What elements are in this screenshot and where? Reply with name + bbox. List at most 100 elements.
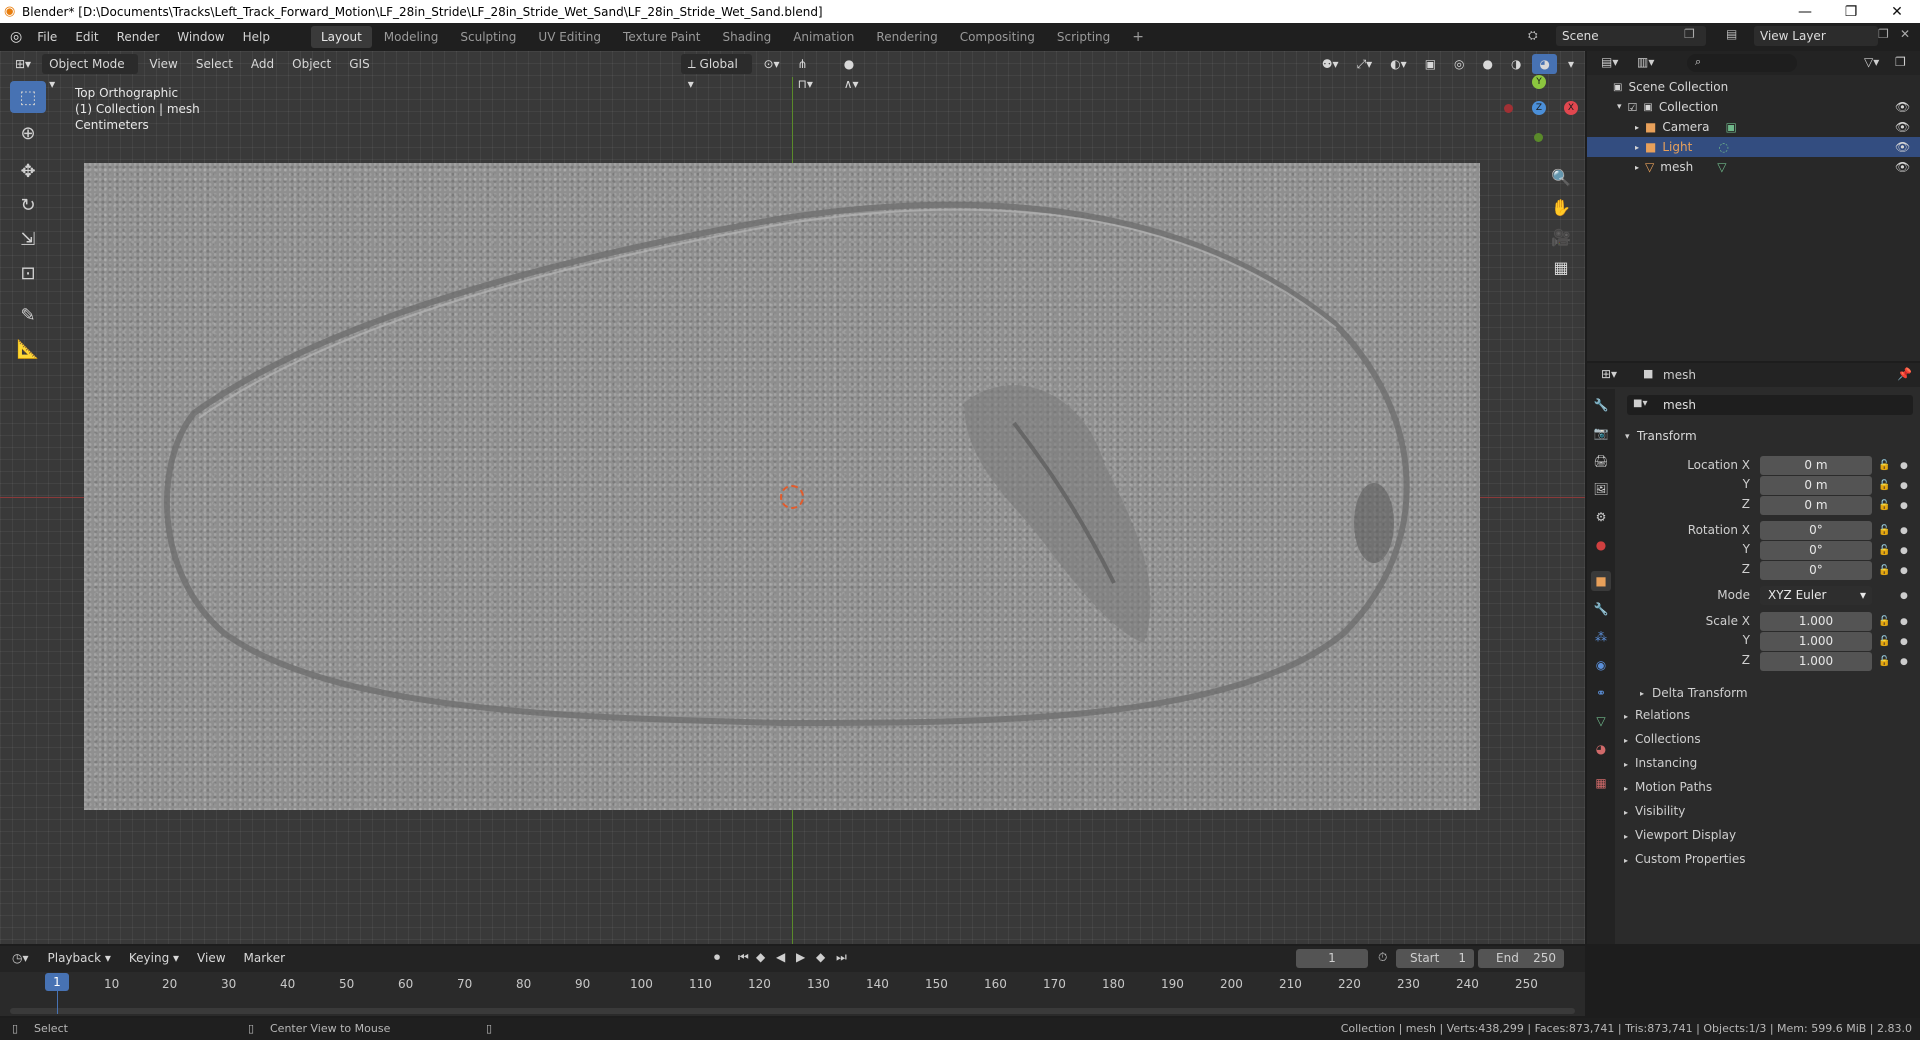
menu-marker[interactable]: Marker: [237, 948, 292, 968]
transform-orientation-dropdown[interactable]: ⟂ Global ▾: [680, 54, 753, 91]
scale-z-field[interactable]: 1.000: [1760, 652, 1872, 671]
ortho-grid-icon[interactable]: ▦: [1547, 253, 1575, 281]
preview-range-icon[interactable]: ⏱: [1378, 950, 1387, 965]
navigation-gizmo[interactable]: Y X Z: [1504, 73, 1579, 147]
editor-type-icon[interactable]: ⊞▾: [8, 54, 38, 74]
jump-end-icon[interactable]: ⏭: [836, 950, 847, 965]
cursor-tool-icon[interactable]: ⊕: [10, 117, 46, 149]
scene-icon[interactable]: ⛭: [1528, 28, 1538, 43]
lock-icon[interactable]: 🔓: [1878, 545, 1890, 556]
eye-icon[interactable]: 👁: [1895, 120, 1910, 134]
record-icon[interactable]: ⏺: [714, 950, 720, 965]
add-workspace-icon[interactable]: +: [1122, 26, 1154, 48]
menu-object[interactable]: Object: [285, 54, 338, 74]
gizmo-neg-y[interactable]: [1534, 133, 1543, 142]
outliner-row-collection[interactable]: ▾ ☑ ▣ Collection 👁: [1587, 97, 1920, 117]
play-icon[interactable]: ▶: [796, 950, 805, 964]
menu-render[interactable]: Render: [108, 30, 169, 44]
tab-shading[interactable]: Shading: [712, 26, 781, 48]
remove-view-layer-icon[interactable]: ✕: [1900, 27, 1910, 41]
blender-menu-icon[interactable]: ◎: [10, 29, 22, 45]
lock-icon[interactable]: 🔓: [1878, 480, 1890, 491]
shading-options-icon[interactable]: ▾: [1561, 54, 1581, 74]
object-mode-dropdown[interactable]: Object Mode ▾: [42, 54, 139, 91]
keyframe-dot-icon[interactable]: ●: [1900, 657, 1908, 667]
tab-sculpting[interactable]: Sculpting: [450, 26, 526, 48]
menu-view[interactable]: View: [190, 948, 232, 968]
view-layer-tab-icon[interactable]: 🖼: [1591, 479, 1611, 499]
panel-collections[interactable]: ▸ Collections: [1624, 732, 1701, 746]
move-tool-icon[interactable]: ✥: [10, 155, 46, 187]
mesh-object[interactable]: [84, 163, 1480, 810]
keyframe-dot-icon[interactable]: ●: [1900, 481, 1908, 491]
menu-select[interactable]: Select: [189, 54, 240, 74]
menu-file[interactable]: File: [28, 30, 66, 44]
render-tab-icon[interactable]: 📷: [1591, 423, 1611, 443]
jump-start-icon[interactable]: ⏮: [738, 950, 749, 965]
transform-tool-icon[interactable]: ⊡: [10, 257, 46, 289]
constraints-tab-icon[interactable]: ⚭: [1591, 683, 1611, 703]
scene-tab-icon[interactable]: ⚙: [1591, 507, 1611, 527]
keyframe-dot-icon[interactable]: ●: [1900, 461, 1908, 471]
transform-collapse-icon[interactable]: ▾: [1625, 432, 1630, 442]
keyframe-dot-icon[interactable]: ●: [1900, 546, 1908, 556]
expand-arrow-icon[interactable]: ▸: [1640, 689, 1644, 698]
keyframe-dot-icon[interactable]: ●: [1900, 637, 1908, 647]
gizmo-y-axis[interactable]: Y: [1532, 75, 1546, 89]
object-name-field[interactable]: ■▾ mesh: [1627, 395, 1913, 415]
delta-transform-subpanel[interactable]: Delta Transform: [1652, 686, 1748, 700]
menu-edit[interactable]: Edit: [66, 30, 107, 44]
object-type-icon[interactable]: ■▾: [1633, 398, 1647, 409]
scale-x-field[interactable]: 1.000: [1760, 612, 1872, 631]
play-reverse-icon[interactable]: ◀: [776, 950, 785, 964]
expand-arrow-icon[interactable]: ▸: [1635, 163, 1639, 172]
panel-custom-properties[interactable]: ▸ Custom Properties: [1624, 852, 1745, 866]
panel-relations[interactable]: ▸ Relations: [1624, 708, 1690, 722]
tab-layout[interactable]: Layout: [310, 26, 372, 48]
menu-add[interactable]: Add: [244, 54, 281, 74]
close-button[interactable]: ✕: [1874, 0, 1920, 23]
menu-help[interactable]: Help: [234, 30, 279, 44]
new-collection-icon[interactable]: ❐: [1895, 55, 1906, 69]
location-y-field[interactable]: 0 m: [1760, 476, 1872, 495]
shading-rendered-icon[interactable]: ◕: [1532, 54, 1557, 74]
menu-playback[interactable]: Playback ▾: [41, 948, 118, 968]
material-tab-icon[interactable]: ◕: [1591, 739, 1611, 759]
current-frame-field[interactable]: 1: [1296, 949, 1368, 968]
panel-visibility[interactable]: ▸ Visibility: [1624, 804, 1685, 818]
tab-uv-editing[interactable]: UV Editing: [528, 26, 611, 48]
tab-animation[interactable]: Animation: [783, 26, 864, 48]
output-tab-icon[interactable]: 🖨: [1591, 451, 1611, 471]
texture-tab-icon[interactable]: ▦: [1591, 773, 1611, 793]
scale-tool-icon[interactable]: ⇲: [10, 223, 46, 255]
3d-viewport[interactable]: ⊞▾ Object Mode ▾ View Select Add Object …: [0, 51, 1585, 944]
panel-viewport-display[interactable]: ▸ Viewport Display: [1624, 828, 1736, 842]
view-layer-selector[interactable]: View Layer: [1754, 26, 1878, 46]
outliner-search-input[interactable]: ⌕: [1687, 54, 1797, 72]
prev-keyframe-icon[interactable]: ◆: [756, 950, 765, 964]
properties-editor-icon[interactable]: ⊞▾: [1601, 367, 1617, 381]
gizmo-toggle-icon[interactable]: ⤢▾: [1350, 54, 1380, 74]
eye-icon[interactable]: 👁: [1895, 160, 1910, 174]
shading-material-icon[interactable]: ◑: [1504, 54, 1528, 74]
data-tab-icon[interactable]: ▽: [1591, 711, 1611, 731]
world-tab-icon[interactable]: ●: [1591, 535, 1611, 555]
tab-modeling[interactable]: Modeling: [374, 26, 449, 48]
new-scene-icon[interactable]: ❐: [1684, 27, 1695, 41]
shading-solid-icon[interactable]: ●: [1476, 54, 1500, 74]
keyframe-dot-icon[interactable]: ●: [1900, 526, 1908, 536]
timeline-editor-icon[interactable]: ◷▾: [12, 951, 29, 965]
outliner-editor-icon[interactable]: ▤▾: [1601, 55, 1618, 69]
lock-icon[interactable]: 🔓: [1878, 500, 1890, 511]
menu-window[interactable]: Window: [168, 30, 233, 44]
expand-arrow-icon[interactable]: ▸: [1635, 123, 1639, 132]
lock-icon[interactable]: 🔓: [1878, 656, 1890, 667]
pivot-point-icon[interactable]: ⊙▾: [756, 54, 786, 74]
particles-tab-icon[interactable]: ⁂: [1591, 627, 1611, 647]
rotation-y-field[interactable]: 0°: [1760, 541, 1872, 560]
location-x-field[interactable]: 0 m: [1760, 456, 1872, 475]
keyframe-dot-icon[interactable]: ●: [1900, 617, 1908, 627]
xray-toggle-icon[interactable]: ▣: [1418, 54, 1443, 74]
pin-icon[interactable]: 📌: [1897, 367, 1912, 381]
tab-rendering[interactable]: Rendering: [866, 26, 947, 48]
